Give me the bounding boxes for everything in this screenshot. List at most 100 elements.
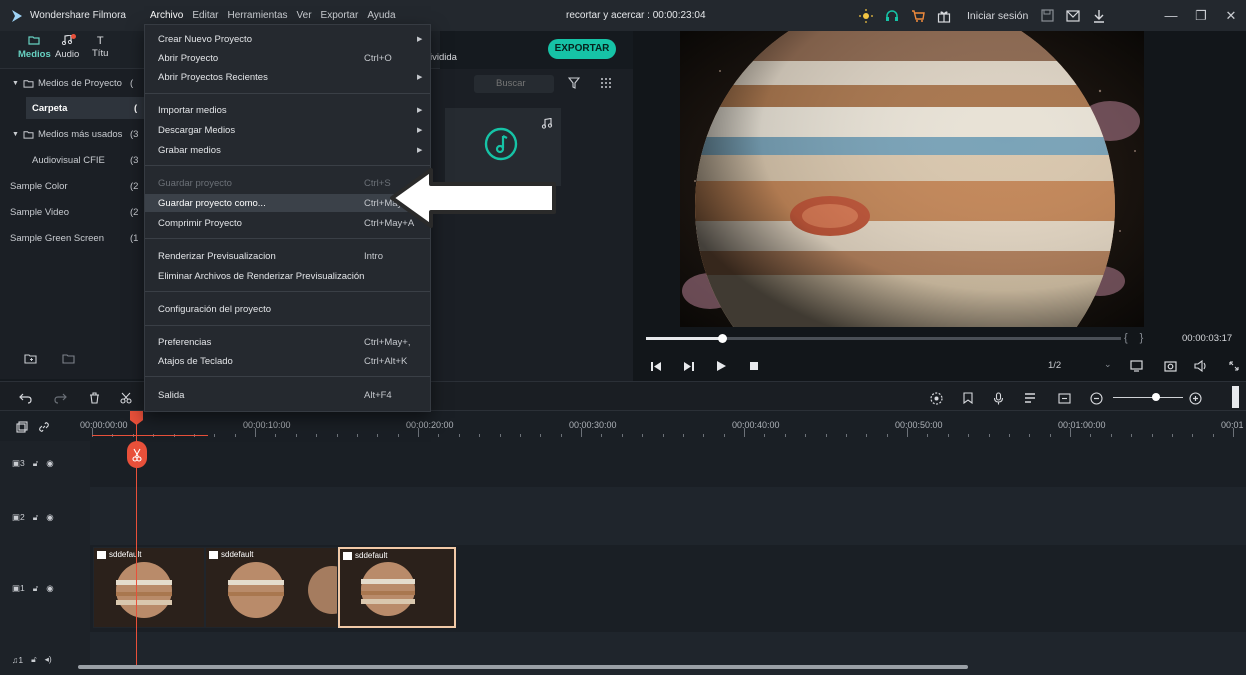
- sun-icon[interactable]: [855, 0, 877, 31]
- zoom-slider-track[interactable]: [1113, 397, 1183, 398]
- lock-icon[interactable]: 🔓︎: [33, 458, 39, 469]
- filmora-window: Wondershare Filmora Archivo Editar Herra…: [0, 0, 1246, 675]
- timeline-clip[interactable]: sddefault: [93, 547, 205, 628]
- gift-icon[interactable]: [933, 0, 955, 31]
- undo-icon[interactable]: [17, 390, 33, 406]
- menu-item-label: Preferencias: [158, 336, 212, 348]
- menu-exportar[interactable]: Exportar: [321, 10, 359, 21]
- timeline-clip[interactable]: sddefault: [205, 547, 338, 628]
- close-icon[interactable]: ✕: [1216, 8, 1246, 24]
- folder-icon[interactable]: [62, 353, 75, 364]
- delete-icon[interactable]: [86, 390, 102, 406]
- add-track-icon[interactable]: [14, 419, 30, 435]
- in-out-markers[interactable]: {}: [1124, 332, 1155, 344]
- play-icon[interactable]: [713, 358, 729, 374]
- menu-item-crear-proyecto[interactable]: Crear Nuevo Proyecto ▶: [145, 30, 430, 48]
- search-input[interactable]: [474, 75, 554, 93]
- timeline-clip-selected[interactable]: sddefault: [338, 547, 456, 628]
- lock-icon[interactable]: 🔓︎: [31, 654, 37, 665]
- chevron-down-icon[interactable]: ⌄: [1104, 359, 1112, 370]
- ruler-tick: [988, 434, 990, 437]
- menu-item-preferencias[interactable]: Preferencias Ctrl+May+,: [145, 333, 430, 351]
- menu-item-descargar-medios[interactable]: Descargar Medios ▶: [145, 121, 430, 139]
- sidebar-item-carpeta[interactable]: Carpeta (: [26, 97, 145, 119]
- ruler-tick: [1008, 434, 1010, 437]
- preview-scrubber-handle[interactable]: [718, 334, 727, 343]
- display-icon[interactable]: [1128, 358, 1144, 374]
- link-icon[interactable]: [36, 419, 52, 435]
- prev-frame-icon[interactable]: [648, 358, 664, 374]
- playhead-cut-button[interactable]: [127, 441, 147, 468]
- stop-icon[interactable]: [746, 358, 762, 374]
- tab-medios[interactable]: Medios: [18, 35, 51, 60]
- menu-item-atajos[interactable]: Atajos de Teclado Ctrl+Alt+K: [145, 352, 430, 370]
- ruler-label: 00:00:10:00: [243, 420, 291, 430]
- save-icon[interactable]: [1036, 0, 1058, 31]
- sidebar-item-sample-video[interactable]: Sample Video (2: [0, 201, 145, 223]
- minimize-icon[interactable]: —: [1156, 8, 1186, 23]
- zoom-slider-handle[interactable]: [1152, 393, 1160, 401]
- new-folder-icon[interactable]: [24, 353, 37, 364]
- sidebar-item-label: Audiovisual CFIE: [32, 154, 105, 166]
- sidebar-item-sample-green-screen[interactable]: Sample Green Screen (1: [0, 227, 145, 249]
- cart-icon[interactable]: [907, 0, 929, 31]
- signin-link[interactable]: Iniciar sesión: [967, 10, 1028, 22]
- ruler-tick: [1131, 434, 1133, 437]
- next-frame-icon[interactable]: [681, 358, 697, 374]
- zoom-in-icon[interactable]: [1187, 390, 1203, 406]
- render-icon[interactable]: [928, 390, 944, 406]
- tab-audio[interactable]: Audio: [55, 34, 79, 60]
- voiceover-icon[interactable]: [990, 390, 1006, 406]
- lock-icon[interactable]: 🔓︎: [33, 583, 39, 594]
- menu-archivo[interactable]: Archivo: [150, 10, 183, 21]
- mail-icon[interactable]: [1062, 0, 1084, 31]
- menu-item-grabar-medios[interactable]: Grabar medios ▶: [145, 141, 430, 159]
- scissors-icon[interactable]: [118, 390, 134, 406]
- tab-titulos[interactable]: T Títu: [92, 35, 108, 59]
- restore-icon[interactable]: ❐: [1186, 8, 1216, 24]
- grid-view-icon[interactable]: [600, 77, 612, 89]
- marker-icon[interactable]: [960, 390, 976, 406]
- panel-toggle[interactable]: [1232, 386, 1239, 408]
- menu-item-configuracion[interactable]: Configuración del proyecto: [145, 300, 430, 318]
- zoom-out-icon[interactable]: [1088, 390, 1104, 406]
- menu-item-guardar-proyecto[interactable]: Guardar proyecto Ctrl+S: [145, 174, 430, 192]
- redo-icon[interactable]: [52, 390, 68, 406]
- sidebar-item-mas-usados[interactable]: ▼ Medios más usados (3: [0, 123, 145, 145]
- menu-separator: [145, 93, 430, 94]
- lock-icon[interactable]: 🔓︎: [33, 512, 39, 523]
- preview-video-frame[interactable]: [680, 31, 1144, 327]
- preview-quality-select[interactable]: 1/2: [1048, 360, 1061, 371]
- menu-item-guardar-como[interactable]: Guardar proyecto como... Ctrl+May: [145, 194, 430, 212]
- filter-icon[interactable]: [568, 77, 580, 89]
- eye-icon[interactable]: ◉: [46, 512, 53, 523]
- sidebar-item-audiovisual-cfie[interactable]: Audiovisual CFIE (3: [0, 149, 145, 171]
- snapshot-icon[interactable]: [1162, 358, 1178, 374]
- export-button[interactable]: EXPORTAR: [548, 39, 616, 59]
- fullscreen-icon[interactable]: [1226, 358, 1242, 374]
- menu-item-abrir-proyecto[interactable]: Abrir Proyecto Ctrl+O: [145, 49, 430, 67]
- menu-item-eliminar-render[interactable]: Eliminar Archivos de Renderizar Previsua…: [145, 267, 430, 285]
- fit-timeline-icon[interactable]: [1056, 390, 1072, 406]
- menu-ver[interactable]: Ver: [297, 10, 312, 21]
- eye-icon[interactable]: ◉: [46, 458, 53, 469]
- audio-mixer-icon[interactable]: [1022, 390, 1038, 406]
- volume-icon[interactable]: [1193, 358, 1209, 374]
- headset-icon[interactable]: [881, 0, 903, 31]
- menu-herramientas[interactable]: Herramientas: [227, 10, 287, 21]
- menu-item-importar-medios[interactable]: Importar medios ▶: [145, 101, 430, 119]
- download-icon[interactable]: [1088, 0, 1110, 31]
- menu-item-salida[interactable]: Salida Alt+F4: [145, 386, 430, 404]
- menu-ayuda[interactable]: Ayuda: [367, 10, 395, 21]
- eye-icon[interactable]: ◉: [46, 583, 53, 594]
- menu-editar[interactable]: Editar: [192, 10, 218, 21]
- menu-item-renderizar[interactable]: Renderizar Previsualizacion Intro: [145, 247, 430, 265]
- speaker-icon[interactable]: ◂): [45, 654, 52, 665]
- menu-item-label: Abrir Proyectos Recientes: [158, 71, 268, 83]
- track-video-2: [0, 487, 1246, 545]
- sidebar-item-sample-color[interactable]: Sample Color (2: [0, 175, 145, 197]
- sidebar-item-medios-proyecto[interactable]: ▼ Medios de Proyecto (: [0, 72, 145, 94]
- timeline-horizontal-scrollbar[interactable]: [78, 665, 968, 669]
- menu-item-comprimir[interactable]: Comprimir Proyecto Ctrl+May+A: [145, 214, 430, 232]
- menu-item-recientes[interactable]: Abrir Proyectos Recientes ▶: [145, 68, 430, 86]
